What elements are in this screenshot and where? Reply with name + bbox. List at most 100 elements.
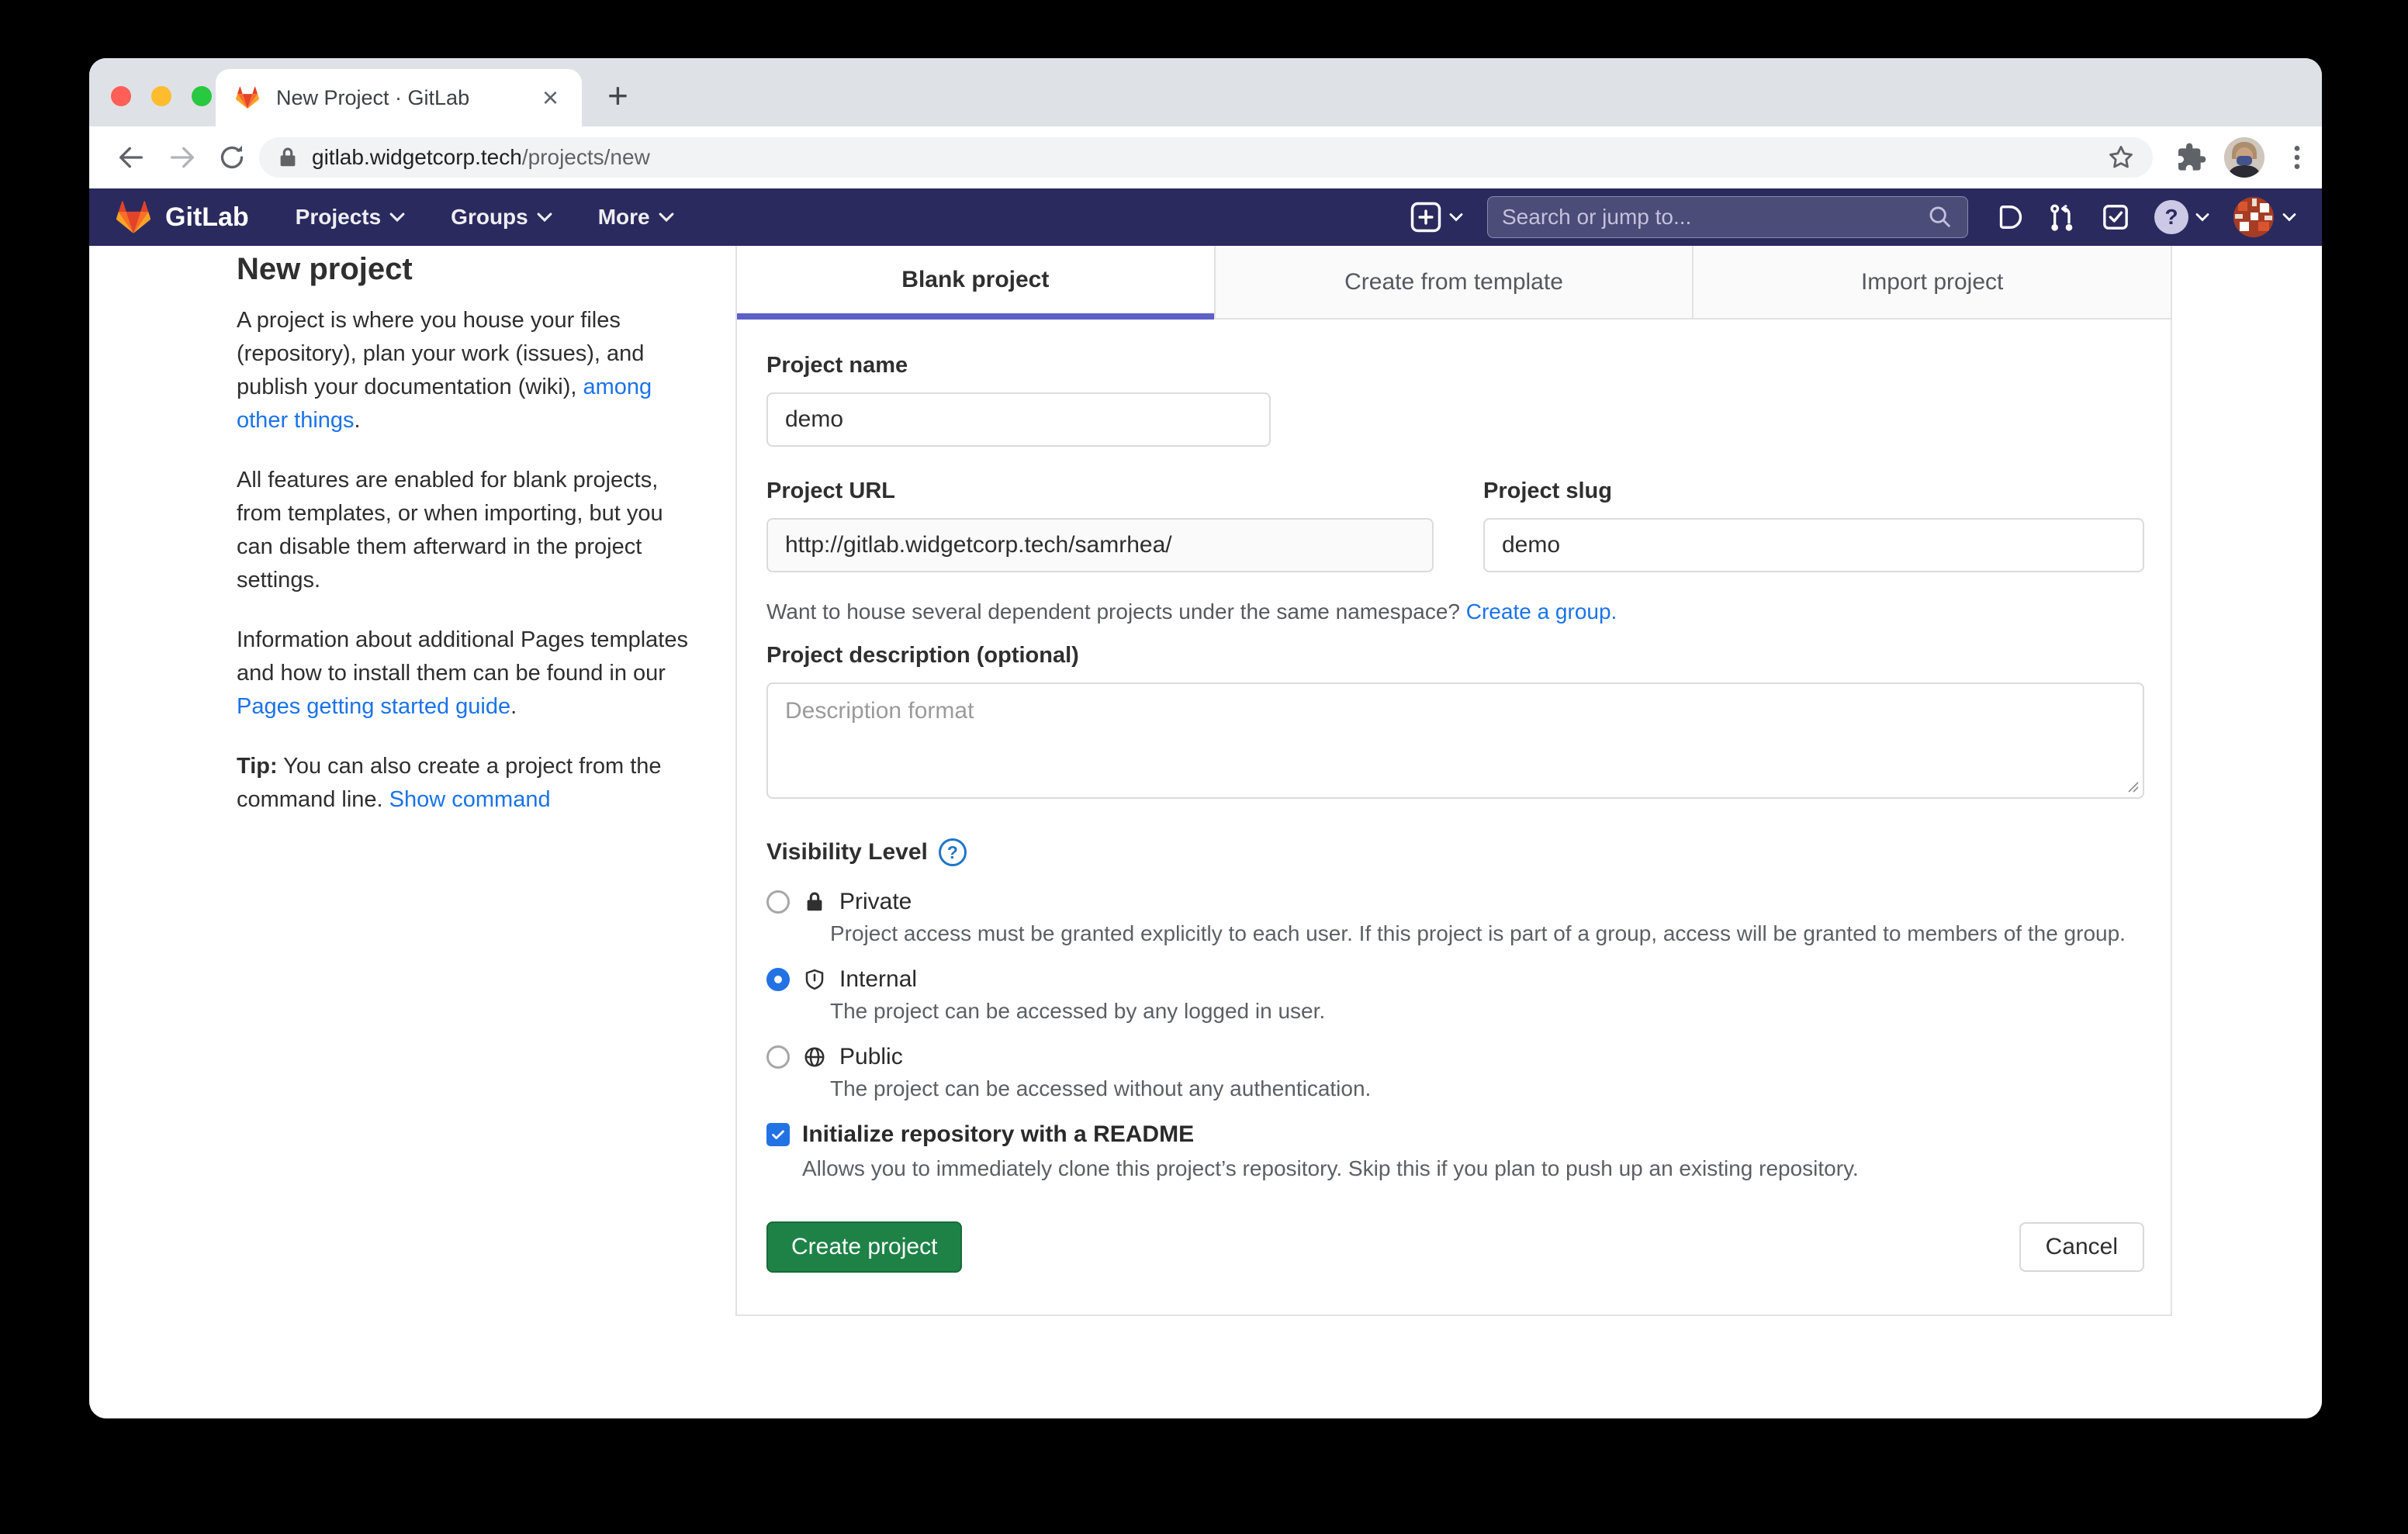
project-type-tabs: Blank project Create from template Impor… (737, 246, 2171, 320)
project-url-input[interactable] (766, 518, 1434, 572)
user-avatar (2233, 197, 2274, 237)
internal-option-label[interactable]: Internal (839, 964, 917, 995)
public-radio[interactable] (766, 1045, 790, 1069)
browser-menu-icon[interactable] (2282, 137, 2313, 178)
extensions-icon[interactable] (2176, 137, 2207, 178)
tab-import-project[interactable]: Import project (1692, 246, 2171, 320)
sidebar-p1-end: . (355, 408, 361, 433)
plus-square-icon (1410, 201, 1442, 233)
visibility-help-icon[interactable]: ? (939, 838, 967, 866)
tip-label: Tip: (237, 754, 278, 779)
cancel-button[interactable]: Cancel (2019, 1222, 2144, 1272)
user-menu[interactable] (2233, 197, 2297, 237)
search-icon (1927, 204, 1953, 230)
sidebar-paragraph-2: All features are enabled for blank proje… (237, 464, 690, 597)
visibility-options: Private Project access must be granted e… (766, 886, 2144, 1104)
project-description-label: Project description (optional) (766, 642, 2144, 669)
new-project-sidebar: New project A project is where you house… (237, 252, 690, 843)
readme-checkbox[interactable] (766, 1123, 790, 1146)
visibility-level-label: Visibility Level (766, 838, 928, 866)
tab-blank-project[interactable]: Blank project (737, 246, 1214, 320)
project-name-label: Project name (766, 352, 2144, 378)
visibility-option-private: Private Project access must be granted e… (766, 886, 2144, 948)
merge-requests-icon[interactable] (2046, 202, 2077, 233)
project-slug-input[interactable] (1483, 518, 2144, 572)
global-search[interactable] (1487, 196, 1968, 238)
internal-radio[interactable] (766, 968, 790, 991)
url-host: gitlab.widgetcorp.tech (312, 145, 522, 170)
form-footer: Create project Cancel (766, 1221, 2144, 1273)
browser-tab[interactable]: New Project · GitLab × (216, 69, 582, 126)
menu-more[interactable]: More (598, 205, 675, 230)
project-name-input[interactable] (766, 392, 1271, 447)
gitlab-tanuki-icon (114, 198, 153, 237)
show-command-link[interactable]: Show command (389, 787, 551, 812)
browser-window: New Project · GitLab × + gitlab.widgetco… (89, 58, 2322, 1418)
tab-close-icon[interactable]: × (538, 84, 563, 112)
private-option-desc: Project access must be granted explicitl… (830, 919, 2144, 948)
gitlab-navbar: GitLab Projects Groups More (89, 188, 2322, 246)
gitlab-menu: Projects Groups More (296, 205, 675, 230)
chevron-down-icon (1448, 212, 1464, 223)
project-url-label: Project URL (766, 478, 1434, 504)
chevron-down-icon (389, 211, 406, 223)
browser-tabstrip: New Project · GitLab × + (89, 58, 2322, 126)
chevron-down-icon (2195, 212, 2210, 223)
visibility-option-public: Public The project can be accessed witho… (766, 1042, 2144, 1104)
close-window-button[interactable] (111, 86, 131, 106)
minimize-window-button[interactable] (151, 86, 171, 106)
create-project-button[interactable]: Create project (766, 1221, 962, 1273)
url-path: /projects/new (522, 145, 650, 170)
project-description-textarea[interactable] (766, 682, 2144, 799)
readme-desc: Allows you to immediately clone this pro… (802, 1153, 2144, 1184)
chevron-down-icon (536, 211, 553, 223)
back-icon[interactable] (112, 139, 150, 176)
pages-guide-link[interactable]: Pages getting started guide (237, 694, 510, 719)
menu-groups[interactable]: Groups (451, 205, 553, 230)
private-radio[interactable] (766, 890, 790, 914)
sidebar-tip: Tip: You can also create a project from … (237, 750, 690, 817)
search-input[interactable] (1502, 205, 1927, 230)
sidebar-paragraph-3: Information about additional Pages templ… (237, 624, 690, 724)
create-a-group-link[interactable]: Create a group. (1466, 599, 1617, 624)
readme-label[interactable]: Initialize repository with a README (802, 1119, 1194, 1150)
project-slug-label: Project slug (1483, 478, 2144, 504)
sidebar-p3-end: . (510, 694, 517, 719)
new-menu-button[interactable] (1410, 201, 1464, 233)
reload-icon[interactable] (213, 139, 251, 176)
chevron-down-icon (658, 211, 675, 223)
globe-icon (802, 1045, 827, 1069)
browser-profile-avatar[interactable] (2224, 137, 2264, 178)
menu-groups-label: Groups (451, 205, 528, 230)
new-project-panel: Blank project Create from template Impor… (735, 246, 2172, 1316)
forward-icon[interactable] (164, 139, 201, 176)
gitlab-favicon (234, 85, 261, 111)
public-option-desc: The project can be accessed without any … (830, 1074, 2144, 1104)
gitlab-navbar-right: ? (1410, 196, 2297, 238)
tab-create-from-template[interactable]: Create from template (1214, 246, 1693, 320)
lock-icon (276, 146, 299, 169)
window-controls (111, 86, 212, 106)
private-option-label[interactable]: Private (839, 886, 912, 917)
gitlab-logo[interactable]: GitLab (114, 198, 249, 237)
new-tab-button[interactable]: + (607, 78, 628, 112)
todos-icon[interactable] (2100, 202, 2131, 233)
url-bar[interactable]: gitlab.widgetcorp.tech/projects/new (259, 137, 2153, 178)
visibility-option-internal: Internal The project can be accessed by … (766, 964, 2144, 1026)
page-title: New project (237, 252, 690, 287)
blank-project-form: Project name Project URL Project slug Wa… (737, 320, 2171, 1273)
public-option-label[interactable]: Public (839, 1042, 903, 1073)
gitlab-brand-name: GitLab (165, 202, 249, 233)
chevron-down-icon (2282, 212, 2297, 223)
issues-icon[interactable] (1991, 202, 2022, 233)
internal-option-desc: The project can be accessed by any logge… (830, 997, 2144, 1026)
bookmark-star-icon[interactable] (2106, 143, 2136, 172)
help-menu[interactable]: ? (2154, 200, 2210, 234)
tab-title: New Project · GitLab (276, 86, 538, 110)
menu-projects[interactable]: Projects (296, 205, 407, 230)
maximize-window-button[interactable] (192, 86, 212, 106)
menu-more-label: More (598, 205, 650, 230)
page-content: New project A project is where you house… (89, 246, 2322, 1418)
sidebar-p3-text: Information about additional Pages templ… (237, 627, 688, 686)
resize-grip-icon[interactable] (2126, 779, 2140, 793)
